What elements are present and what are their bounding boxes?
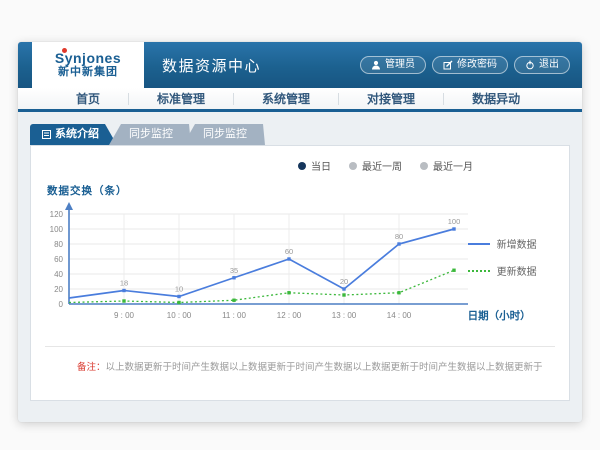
user-icon <box>371 60 381 70</box>
content-area: 系统介绍 同步监控 同步监控 当日 最近一周 最近一月 数据交换（条） 0 20 40 60 8… <box>18 112 582 401</box>
tab-label: 同步监控 <box>129 129 173 140</box>
svg-text:80: 80 <box>395 232 403 241</box>
tab[interactable]: 系统介绍 <box>30 124 117 145</box>
logout-button[interactable]: 退出 <box>514 56 570 74</box>
time-range-option[interactable]: 最近一月 <box>420 158 473 173</box>
svg-text:10: 10 <box>175 285 183 294</box>
svg-text:10 : 00: 10 : 00 <box>167 311 192 320</box>
header-user-actions: 管理员 修改密码 退出 <box>360 56 570 74</box>
nav-item[interactable]: 系统管理 <box>234 93 339 105</box>
svg-text:18: 18 <box>120 279 128 288</box>
nav-item[interactable]: 标准管理 <box>129 93 234 105</box>
logo-red-dot <box>62 48 67 53</box>
edit-icon <box>443 60 453 70</box>
tab[interactable]: 同步监控 <box>183 124 265 145</box>
radio-icon <box>420 162 428 170</box>
radio-icon <box>298 162 306 170</box>
legend-line-swatch <box>468 270 490 272</box>
legend-label: 更新数据 <box>497 263 537 278</box>
note-prefix: 备注： <box>77 362 106 373</box>
legend-item[interactable]: 更新数据 <box>468 263 569 278</box>
tab[interactable]: 同步监控 <box>109 124 191 145</box>
svg-text:20: 20 <box>54 285 63 294</box>
y-axis-title: 数据交换（条） <box>47 183 569 198</box>
time-range-filter: 当日 最近一周 最近一月 <box>31 146 569 173</box>
radio-icon <box>349 162 357 170</box>
svg-text:60: 60 <box>54 255 63 264</box>
chart-card: 当日 最近一周 最近一月 数据交换（条） 0 20 40 60 80 100 120 9 : 00… <box>30 145 570 401</box>
svg-text:100: 100 <box>50 225 64 234</box>
app-window: Synjones 新中新集团 数据资源中心 管理员 修改密码 退出 <box>18 42 582 422</box>
svg-text:120: 120 <box>50 210 64 219</box>
svg-text:0: 0 <box>59 300 64 309</box>
radio-label: 最近一周 <box>362 158 402 173</box>
nav-item[interactable]: 首页 <box>48 93 129 105</box>
svg-text:20: 20 <box>340 277 348 286</box>
svg-text:80: 80 <box>54 240 63 249</box>
tab-label: 同步监控 <box>203 129 247 140</box>
svg-text:13 : 00: 13 : 00 <box>332 311 357 320</box>
main-nav: 首页标准管理系统管理对接管理数据异动 <box>18 88 582 112</box>
tab-bar: 系统介绍 同步监控 同步监控 <box>30 124 570 145</box>
line-chart: 0 20 40 60 80 100 120 9 : 00 10 : 00 11 : 00 12 : … <box>39 200 468 340</box>
app-header: Synjones 新中新集团 数据资源中心 管理员 修改密码 退出 <box>18 42 582 88</box>
footer-note: 备注：以上数据更新于时间产生数据以上数据更新于时间产生数据以上数据更新于时间产生… <box>45 346 555 387</box>
note-text: 以上数据更新于时间产生数据以上数据更新于时间产生数据以上数据更新于时间产生数据以… <box>106 362 543 373</box>
svg-text:9 : 00: 9 : 00 <box>114 311 135 320</box>
chart-legend: 新增数据更新数据 日期（小时） <box>468 200 569 340</box>
svg-text:100: 100 <box>448 217 461 226</box>
chart-row: 0 20 40 60 80 100 120 9 : 00 10 : 00 11 : 00 12 : … <box>31 200 569 340</box>
svg-text:11 : 00: 11 : 00 <box>222 311 246 320</box>
logo-brand-text: Synjones <box>55 51 121 66</box>
radio-label: 当日 <box>311 158 331 173</box>
svg-text:14 : 00: 14 : 00 <box>387 311 412 320</box>
logo: Synjones 新中新集团 <box>32 42 144 88</box>
admin-user-label: 管理员 <box>385 60 415 70</box>
radio-label: 最近一月 <box>433 158 473 173</box>
time-range-option[interactable]: 最近一周 <box>349 158 402 173</box>
svg-text:40: 40 <box>54 270 63 279</box>
svg-text:35: 35 <box>230 266 238 275</box>
power-icon <box>525 60 535 70</box>
nav-item[interactable]: 数据异动 <box>444 93 548 105</box>
form-icon <box>42 130 51 139</box>
logo-company-text: 新中新集团 <box>58 67 118 79</box>
admin-user-button[interactable]: 管理员 <box>360 56 426 74</box>
legend-label: 新增数据 <box>497 236 537 251</box>
logout-label: 退出 <box>539 60 559 70</box>
nav-item[interactable]: 对接管理 <box>339 93 444 105</box>
x-axis-title: 日期（小时） <box>468 308 531 323</box>
change-password-button[interactable]: 修改密码 <box>432 56 508 74</box>
legend-line-swatch <box>468 243 490 245</box>
page-title: 数据资源中心 <box>162 55 261 76</box>
time-range-option[interactable]: 当日 <box>298 158 331 173</box>
change-password-label: 修改密码 <box>457 60 497 70</box>
svg-text:60: 60 <box>285 247 293 256</box>
svg-text:12 : 00: 12 : 00 <box>277 311 302 320</box>
legend-item[interactable]: 新增数据 <box>468 236 569 251</box>
tab-label: 系统介绍 <box>55 129 99 140</box>
